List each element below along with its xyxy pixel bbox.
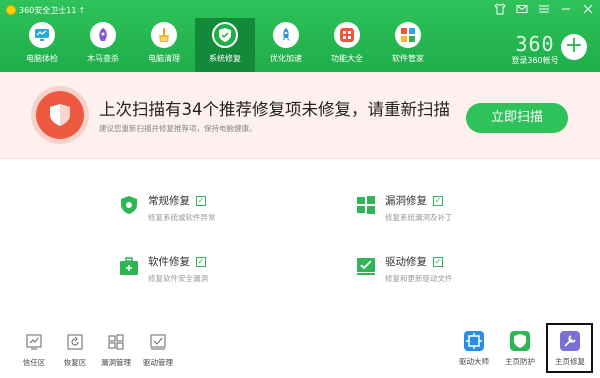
shield-icon bbox=[212, 22, 238, 48]
windows-icon bbox=[355, 194, 377, 216]
top-header: 360安全卫士11 ↑ 电脑体检 木马查杀 电脑清理 系统修复 优化加速 功能大… bbox=[0, 0, 600, 72]
menu-icon[interactable] bbox=[538, 3, 550, 15]
nav-system-repair[interactable]: 系统修复 bbox=[195, 18, 255, 72]
nav-optimize-speed[interactable]: 优化加速 bbox=[256, 18, 316, 72]
alert-shield-icon bbox=[31, 86, 89, 144]
selection-highlight-box bbox=[546, 323, 593, 373]
checkbox-checked-icon[interactable]: ✓ bbox=[196, 195, 206, 206]
tool-restore-zone[interactable]: 恢复区 bbox=[55, 333, 95, 368]
trust-zone-icon bbox=[25, 333, 43, 351]
tool-trust-zone[interactable]: 信任区 bbox=[14, 333, 54, 368]
add-plus-button[interactable]: + bbox=[561, 34, 587, 60]
nav-label: 软件管家 bbox=[392, 54, 424, 63]
nav-trojan-scan[interactable]: 木马查杀 bbox=[73, 18, 133, 72]
title-bar: 360安全卫士11 ↑ bbox=[6, 3, 85, 17]
checkbox-checked-icon[interactable]: ✓ bbox=[196, 256, 206, 267]
nav-software-manager[interactable]: 软件管家 bbox=[378, 18, 438, 72]
driver-master-icon bbox=[463, 330, 485, 352]
scan-banner: 上次扫描有34个推荐修复项未修复，请重新扫描 建议您重新扫描并修复推荐项，保持电… bbox=[0, 72, 600, 159]
shield-icon bbox=[118, 194, 140, 216]
main-nav: 电脑体检 木马查杀 电脑清理 系统修复 优化加速 功能大全 软件管家 bbox=[12, 18, 439, 72]
nav-label: 电脑清理 bbox=[148, 54, 180, 63]
tool-label: 漏洞管理 bbox=[101, 358, 131, 367]
close-icon[interactable] bbox=[582, 3, 594, 15]
monitor-icon bbox=[29, 22, 55, 48]
checkbox-checked-icon[interactable]: ✓ bbox=[433, 256, 443, 267]
card-title: 驱动修复 bbox=[385, 256, 427, 268]
brand-logo: 360 bbox=[515, 32, 555, 56]
login-account-link[interactable]: 登录360帐号 bbox=[505, 55, 565, 66]
tool-label: 驱动管理 bbox=[143, 358, 173, 367]
card-desc: 修复和更新驱动文件 bbox=[385, 274, 453, 283]
tool-label: 恢复区 bbox=[63, 358, 87, 367]
broom-icon bbox=[151, 22, 177, 48]
banner-subtitle: 建议您重新扫描并修复推荐项，保持电脑健康。 bbox=[99, 124, 257, 133]
trojan-icon bbox=[90, 22, 116, 48]
nav-computer-cleanup[interactable]: 电脑清理 bbox=[134, 18, 194, 72]
nav-label: 系统修复 bbox=[209, 54, 241, 63]
restore-icon bbox=[66, 333, 84, 351]
homepage-protect-icon bbox=[509, 330, 531, 352]
windows-outline-icon bbox=[107, 333, 125, 351]
tool-driver-manager[interactable]: 驱动管理 bbox=[138, 333, 178, 368]
mail-icon[interactable] bbox=[516, 3, 528, 15]
card-title: 软件修复 bbox=[148, 256, 190, 268]
tool-homepage-protect[interactable]: 主页防护 bbox=[498, 330, 542, 367]
nav-computer-checkup[interactable]: 电脑体检 bbox=[12, 18, 72, 72]
app-logo-icon bbox=[6, 5, 16, 15]
minimize-icon[interactable] bbox=[560, 3, 572, 15]
card-desc: 修复系统漏洞及补丁 bbox=[385, 213, 453, 222]
card-regular-repair[interactable]: 常规修复 ✓ 修复系统或软件异常 bbox=[118, 193, 216, 223]
tool-label: 驱动大师 bbox=[459, 357, 489, 366]
tool-label: 信任区 bbox=[22, 358, 46, 367]
app-title: 360安全卫士11 bbox=[19, 5, 77, 15]
nav-label: 优化加速 bbox=[270, 54, 302, 63]
tool-label: 主页防护 bbox=[505, 357, 535, 366]
tool-vulnerability-manager[interactable]: 漏洞管理 bbox=[96, 333, 136, 368]
software-icon bbox=[395, 22, 421, 48]
nav-all-features[interactable]: 功能大全 bbox=[317, 18, 377, 72]
card-title: 漏洞修复 bbox=[385, 195, 427, 207]
card-desc: 修复软件安全漏洞 bbox=[148, 274, 208, 283]
window-controls bbox=[494, 3, 594, 15]
nav-label: 功能大全 bbox=[331, 54, 363, 63]
scan-now-button[interactable]: 立即扫描 bbox=[466, 103, 568, 133]
card-desc: 修复系统或软件异常 bbox=[148, 213, 216, 222]
shirt-icon[interactable] bbox=[494, 3, 506, 15]
card-vulnerability-repair[interactable]: 漏洞修复 ✓ 修复系统漏洞及补丁 bbox=[355, 193, 453, 223]
tool-driver-master[interactable]: 驱动大师 bbox=[452, 330, 496, 367]
nav-label: 木马查杀 bbox=[87, 54, 119, 63]
driver-icon bbox=[355, 255, 377, 277]
toolbox-icon bbox=[118, 255, 140, 277]
grid-icon bbox=[334, 22, 360, 48]
checkbox-checked-icon[interactable]: ✓ bbox=[433, 195, 443, 206]
rocket-icon bbox=[273, 22, 299, 48]
card-title: 常规修复 bbox=[148, 195, 190, 207]
update-arrow-icon[interactable]: ↑ bbox=[78, 6, 85, 15]
card-driver-repair[interactable]: 驱动修复 ✓ 修复和更新驱动文件 bbox=[355, 254, 453, 284]
card-software-repair[interactable]: 软件修复 ✓ 修复软件安全漏洞 bbox=[118, 254, 208, 284]
driver-outline-icon bbox=[149, 333, 167, 351]
nav-label: 电脑体检 bbox=[26, 54, 58, 63]
banner-title: 上次扫描有34个推荐修复项未修复，请重新扫描 bbox=[99, 100, 450, 119]
brand-area: 360 登录360帐号 bbox=[505, 34, 565, 66]
